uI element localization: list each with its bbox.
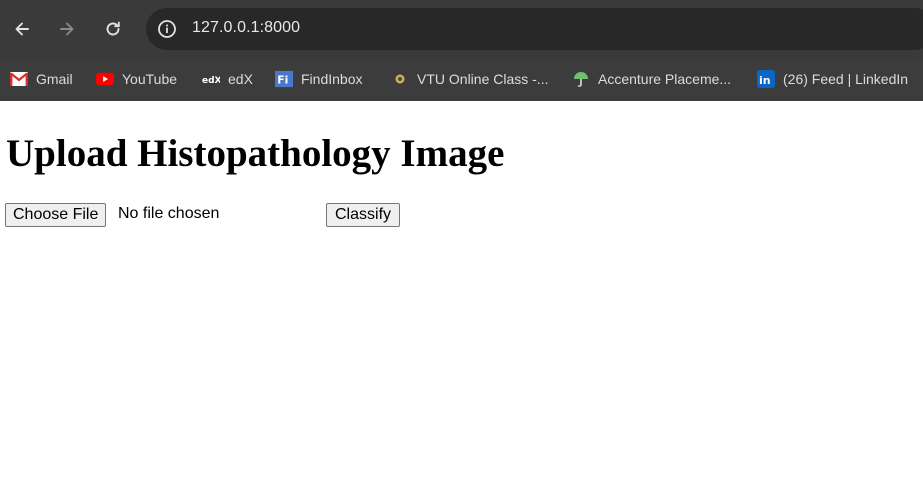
browser-chrome: 127.0.0.1:8000 Gmail YouTube edX edX Fi	[0, 0, 923, 101]
bookmarks-bar: Gmail YouTube edX edX Fi FindInbox VTU O…	[0, 58, 923, 101]
forward-button[interactable]	[51, 13, 83, 45]
choose-file-button[interactable]: Choose File	[5, 203, 107, 227]
bookmark-youtube[interactable]: YouTube	[96, 67, 177, 91]
address-bar[interactable]: 127.0.0.1:8000	[146, 8, 923, 50]
forward-arrow-icon	[60, 22, 74, 36]
bookmark-label: Accenture Placeme...	[598, 71, 732, 87]
page-title: Upload Histopathology Image	[6, 132, 505, 175]
youtube-icon	[96, 70, 114, 88]
reload-button[interactable]	[97, 13, 129, 45]
bookmark-label: Gmail	[36, 71, 73, 87]
linkedin-icon: in	[757, 70, 775, 88]
bookmark-edx[interactable]: edX edX	[202, 67, 253, 91]
svg-text:in: in	[759, 74, 771, 87]
browser-toolbar: 127.0.0.1:8000	[0, 0, 923, 58]
svg-text:Fi: Fi	[277, 74, 288, 87]
bookmark-label: VTU Online Class -...	[417, 71, 549, 87]
bookmark-findinbox[interactable]: Fi FindInbox	[275, 67, 362, 91]
bookmark-label: edX	[228, 71, 253, 87]
file-status-text: No file chosen	[118, 205, 220, 222]
bookmark-gmail[interactable]: Gmail	[10, 67, 73, 91]
vtu-icon	[391, 70, 409, 88]
bookmark-label: YouTube	[122, 71, 178, 87]
gmail-icon	[10, 70, 28, 88]
accenture-icon	[572, 70, 590, 88]
back-button[interactable]	[6, 13, 38, 45]
bookmark-accenture[interactable]: Accenture Placeme...	[572, 67, 731, 91]
back-arrow-icon	[15, 22, 29, 36]
bookmark-linkedin[interactable]: in (26) Feed | LinkedIn	[757, 67, 908, 91]
edx-icon: edX	[202, 70, 220, 88]
info-icon[interactable]	[156, 18, 178, 40]
page-content: Upload Histopathology Image Choose File …	[0, 101, 923, 495]
bookmark-label: FindInbox	[301, 71, 363, 87]
classify-button[interactable]: Classify	[326, 203, 401, 227]
findinbox-icon: Fi	[275, 70, 293, 88]
reload-icon	[106, 21, 120, 36]
bookmark-label: (26) Feed | LinkedIn	[783, 71, 909, 87]
url-text[interactable]: 127.0.0.1:8000	[192, 19, 300, 37]
svg-text:edX: edX	[202, 76, 220, 85]
bookmark-vtu[interactable]: VTU Online Class -...	[391, 67, 548, 91]
